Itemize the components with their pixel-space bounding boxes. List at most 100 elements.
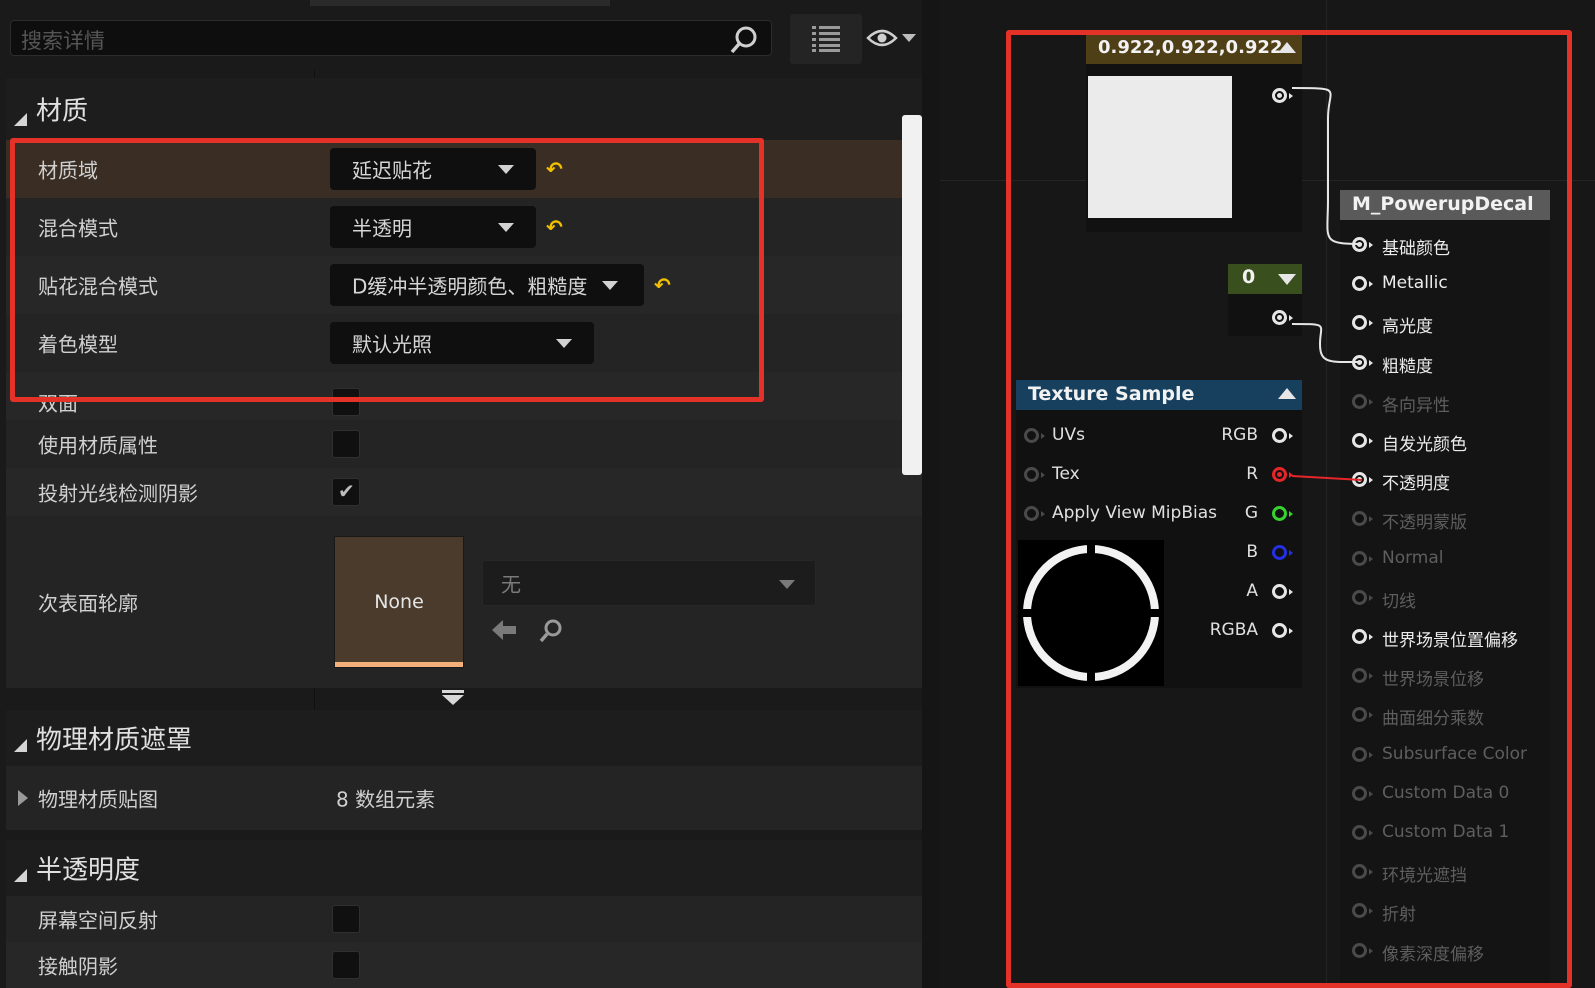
collapse-triangle-icon [14, 739, 27, 752]
input-pin[interactable] [1352, 746, 1373, 762]
row-use-material-attributes: 使用材质属性 [6, 420, 922, 468]
node-header[interactable]: 0.922,0.922,0.922 [1086, 34, 1302, 64]
output-pin-r[interactable] [1272, 467, 1293, 482]
property-label: 次表面轮廓 [38, 591, 138, 616]
row-shading-model: 着色模型 默认光照 [6, 314, 922, 372]
input-pin[interactable] [1352, 825, 1373, 840]
output-pin[interactable] [1272, 310, 1293, 325]
row-physical-material-map[interactable]: 物理材质贴图 8 数组元素 [6, 766, 922, 830]
property-label: 使用材质属性 [38, 433, 158, 458]
property-label: 着色模型 [38, 332, 118, 357]
input-label: 高光度 [1382, 317, 1433, 338]
input-pin[interactable] [1352, 785, 1373, 801]
output-pin-rgb[interactable] [1272, 428, 1293, 443]
property-label: 贴花混合模式 [38, 274, 158, 299]
reset-to-default-icon[interactable]: ↶ [654, 273, 671, 297]
property-label: 混合模式 [38, 216, 118, 241]
input-label: 世界场景位移 [1382, 670, 1484, 691]
input-pin[interactable] [1352, 433, 1373, 448]
input-label: 不透明蒙版 [1382, 513, 1467, 534]
shading-model-dropdown[interactable]: 默认光照 [330, 322, 594, 364]
input-pin[interactable] [1352, 237, 1373, 252]
category-physical-material-mask[interactable]: 物理材质遮罩 [6, 710, 922, 766]
node-header[interactable]: Texture Sample [1016, 380, 1302, 410]
property-label: 材质域 [38, 158, 98, 183]
row-cast-ray-traced-shadows: 投射光线检测阴影 ✔ [6, 468, 922, 516]
row-contact-shadows: 接触阴影 [6, 942, 922, 988]
details-scrollbar[interactable] [902, 115, 922, 475]
details-panel: 搜索详情 材质 材质域 延迟贴花 ↶ 混合模式 半透明 ↶ 贴花混合模式 D缓冲… [0, 0, 922, 988]
collapse-node-icon[interactable] [1278, 42, 1296, 53]
collapse-node-icon[interactable] [1278, 388, 1296, 399]
reset-to-default-icon[interactable]: ↶ [546, 157, 563, 181]
visibility-eye-icon[interactable] [866, 28, 898, 52]
checkmark-icon: ✔ [338, 479, 355, 503]
input-label: 像素深度偏移 [1382, 944, 1484, 965]
property-matrix-button[interactable] [790, 14, 862, 64]
constant-vector-node[interactable]: 0.922,0.922,0.922 [1086, 34, 1302, 232]
output-pin-g[interactable] [1272, 506, 1293, 521]
input-pin[interactable] [1352, 942, 1373, 958]
cast-ray-traced-shadows-checkbox[interactable]: ✔ [332, 478, 360, 506]
input-pin[interactable] [1352, 550, 1373, 566]
input-pin[interactable] [1352, 393, 1373, 409]
input-label: Subsurface Color [1382, 743, 1527, 764]
pin-label: Tex [1052, 464, 1080, 484]
decal-blend-mode-dropdown[interactable]: D缓冲半透明颜色、粗糙度 [330, 264, 644, 306]
visibility-dropdown-icon[interactable] [902, 34, 916, 42]
material-name: M_PowerupDecal [1352, 193, 1534, 215]
dropdown-value: 半透明 [352, 216, 412, 241]
color-swatch-preview [1088, 76, 1232, 218]
collapse-triangle-icon [14, 869, 27, 882]
browse-asset-search-icon[interactable] [538, 618, 564, 648]
input-pin[interactable] [1352, 354, 1373, 370]
texture-preview [1018, 540, 1164, 686]
category-title: 半透明度 [36, 855, 141, 886]
input-pin-mipbias[interactable] [1024, 506, 1045, 521]
output-pin-b[interactable] [1272, 545, 1293, 560]
input-pin[interactable] [1352, 629, 1373, 644]
output-pin-rgba[interactable] [1272, 623, 1293, 638]
material-domain-dropdown[interactable]: 延迟贴花 [330, 148, 536, 190]
output-pin-a[interactable] [1272, 584, 1293, 599]
row-blend-mode: 混合模式 半透明 ↶ [6, 198, 922, 256]
input-label: 粗糙度 [1382, 356, 1433, 377]
collapse-triangle-icon [14, 113, 27, 126]
input-pin[interactable] [1352, 589, 1373, 605]
pin-label: UVs [1052, 425, 1085, 445]
pin-label: Apply View MipBias [1052, 503, 1217, 523]
subsurface-asset-picker[interactable]: 无 [482, 560, 816, 606]
list-grid-icon [812, 26, 840, 52]
dropdown-value: 默认光照 [352, 332, 432, 357]
input-pin-tex[interactable] [1024, 467, 1045, 482]
input-label: Metallic [1382, 273, 1448, 294]
advanced-expand-icon[interactable] [442, 690, 464, 710]
grid-line [1326, 0, 1327, 988]
contact-shadows-checkbox[interactable] [332, 951, 360, 979]
expand-arrow-icon[interactable] [18, 790, 28, 806]
ring-texture-image [1018, 540, 1164, 686]
blend-mode-dropdown[interactable]: 半透明 [330, 206, 536, 248]
category-material[interactable]: 材质 [6, 78, 922, 140]
pin-label: RGBA [1209, 620, 1258, 640]
search-icon[interactable] [729, 25, 759, 59]
expand-node-icon[interactable] [1278, 274, 1296, 285]
node-header[interactable]: M_PowerupDecal [1340, 190, 1550, 220]
reset-to-default-icon[interactable]: ↶ [546, 215, 563, 239]
category-translucency[interactable]: 半透明度 [6, 840, 922, 896]
use-selected-arrow-icon[interactable] [490, 618, 518, 646]
screen-space-reflections-checkbox[interactable] [332, 905, 360, 933]
use-material-attributes-checkbox[interactable] [332, 430, 360, 458]
input-label: 切线 [1382, 591, 1416, 612]
search-details-input[interactable]: 搜索详情 [10, 20, 772, 56]
scalar-constant-node[interactable]: 0 [1228, 264, 1302, 336]
input-label: Custom Data 1 [1382, 822, 1510, 842]
category-title: 材质 [36, 96, 89, 127]
asset-type-color-bar [335, 662, 463, 667]
input-pin-uvs[interactable] [1024, 428, 1045, 443]
output-pin[interactable] [1272, 88, 1293, 103]
two-sided-checkbox[interactable] [332, 388, 360, 416]
input-label: 世界场景位置偏移 [1382, 631, 1518, 651]
subsurface-asset-thumbnail[interactable]: None [334, 536, 464, 668]
row-decal-blend-mode: 贴花混合模式 D缓冲半透明颜色、粗糙度 ↶ [6, 256, 922, 314]
